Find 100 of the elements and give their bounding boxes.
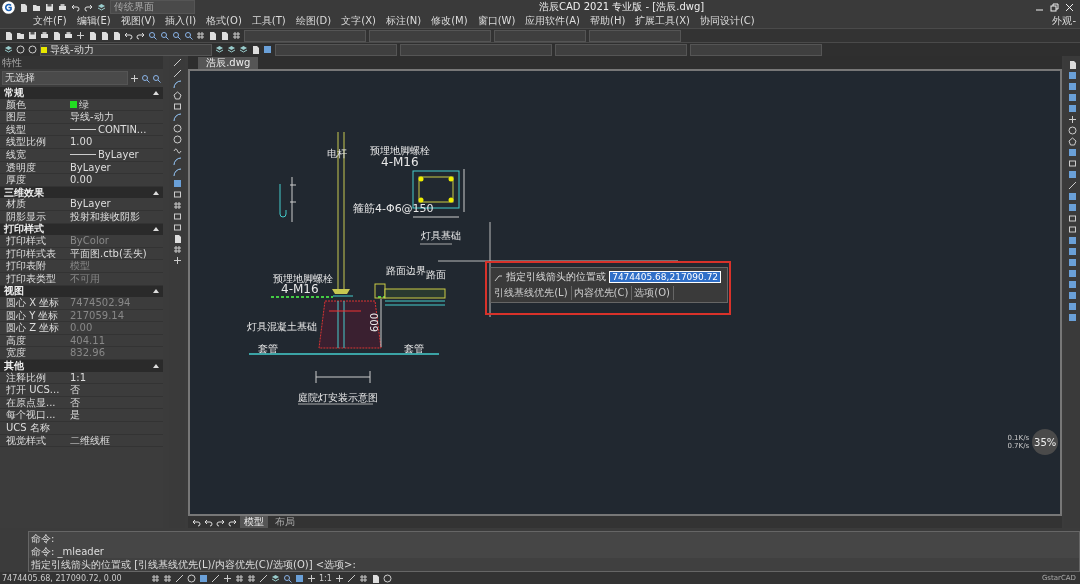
circle-icon[interactable] [1067,126,1077,135]
square-icon[interactable] [1067,258,1077,267]
grid-icon[interactable] [163,573,172,583]
arc-icon[interactable] [172,80,182,89]
magnifier-icon[interactable] [141,73,151,83]
layers-icon[interactable] [239,45,248,54]
selection-dropdown[interactable]: 无选择 [2,71,129,85]
collapse-icon[interactable] [153,363,160,368]
layers-icon[interactable] [4,45,13,54]
square-icon[interactable] [1067,291,1077,300]
square-icon[interactable] [1067,269,1077,278]
prompt-option[interactable]: 选项(O) [634,286,675,300]
square-icon[interactable] [1067,170,1077,179]
grid-icon[interactable] [151,573,160,583]
menu-item[interactable]: 扩展工具(X) [630,14,695,28]
menu-item[interactable]: 修改(M) [426,14,473,28]
magnifier-icon[interactable] [148,31,157,40]
collapse-icon[interactable] [153,227,160,232]
menu-item[interactable]: 编辑(E) [71,14,116,28]
menu-item[interactable]: 视图(V) [115,14,161,28]
square-icon[interactable] [263,45,272,54]
redo-icon[interactable] [84,2,93,12]
line-icon[interactable] [172,69,182,78]
circle-icon[interactable] [187,573,196,583]
printer-icon[interactable] [40,31,49,40]
crosshair-icon[interactable] [334,573,344,583]
square-icon[interactable] [1067,247,1077,256]
layout-tab[interactable]: 布局 [271,516,300,528]
undo-icon[interactable] [192,517,202,527]
layers-icon[interactable] [97,2,106,12]
printer-icon[interactable] [64,31,73,40]
square-icon[interactable] [1067,104,1077,113]
grid-icon[interactable] [232,31,241,40]
menu-item[interactable]: 标注(N) [380,14,427,28]
square-icon[interactable] [295,573,304,583]
square-icon[interactable] [1067,148,1077,157]
circle-icon[interactable] [172,124,182,133]
magnifier-icon[interactable] [152,73,162,83]
polygon-icon[interactable] [172,91,182,100]
menu-item[interactable]: 应用软件(A) [520,14,585,28]
page-icon[interactable] [172,234,182,243]
layout-tab[interactable]: 模型 [240,516,269,528]
line-icon[interactable] [259,573,268,583]
workspace-dropdown[interactable]: 传统界面 [110,0,195,14]
collapse-icon[interactable] [153,289,160,294]
annotation-scale[interactable]: 1:1 [319,573,332,583]
menu-item[interactable]: 绘图(D) [290,14,337,28]
page-icon[interactable] [52,31,61,40]
layers-icon[interactable] [271,573,280,583]
polygon-icon[interactable] [1067,137,1077,146]
square-icon[interactable] [1067,236,1077,245]
appearance-menu[interactable]: 外观- [1052,14,1080,28]
square-icon[interactable] [1067,280,1077,289]
collapse-icon[interactable] [153,190,160,195]
grid-icon[interactable] [358,573,368,583]
rectangle-icon[interactable] [172,190,182,199]
line-icon[interactable] [172,58,182,67]
crosshair-icon[interactable] [307,573,316,583]
line-icon[interactable] [346,573,356,583]
wave-icon[interactable] [172,146,182,155]
prompt-option[interactable]: 内容优先(C) [573,286,633,300]
redo-icon[interactable] [216,517,226,527]
grid-icon[interactable] [172,245,182,254]
square-icon[interactable] [172,179,182,188]
section-header[interactable]: 其他 [0,360,164,372]
redo-icon[interactable] [136,31,145,40]
grid-icon[interactable] [196,31,205,40]
printer-icon[interactable] [58,2,67,12]
layers-icon[interactable] [215,45,224,54]
undo-icon[interactable] [71,2,80,12]
grid-icon[interactable] [247,573,256,583]
redo-icon[interactable] [228,517,238,527]
square-icon[interactable] [1067,203,1077,212]
menu-item[interactable]: 文字(X) [336,14,381,28]
square-icon[interactable] [1067,82,1077,91]
circle-icon[interactable] [172,135,182,144]
page-icon[interactable] [251,45,260,54]
crosshair-icon[interactable] [1067,115,1077,124]
crosshair-icon[interactable] [130,73,140,83]
line-icon[interactable] [175,573,184,583]
magnifier-icon[interactable] [172,31,181,40]
rectangle-icon[interactable] [1067,159,1077,168]
menu-item[interactable]: 格式(O) [201,14,247,28]
line-icon[interactable] [1067,181,1077,190]
square-icon[interactable] [199,573,208,583]
grid-icon[interactable] [172,201,182,210]
menu-item[interactable]: 文件(F) [28,14,72,28]
layer-dropdown[interactable]: 导线-动力 [40,43,212,56]
prompt-option[interactable]: 引线基线优先(L) [494,286,572,300]
document-tab[interactable]: 浩辰.dwg [198,57,259,69]
close-icon[interactable] [1065,2,1074,12]
page-icon[interactable] [1067,60,1077,69]
rectangle-icon[interactable] [172,102,182,111]
section-header[interactable]: 常规 [0,87,164,99]
page-icon[interactable] [19,2,28,12]
logo-icon[interactable] [2,0,15,14]
magnifier-icon[interactable] [184,31,193,40]
square-icon[interactable] [1067,302,1077,311]
crosshair-icon[interactable] [76,31,85,40]
crosshair-icon[interactable] [172,256,182,265]
